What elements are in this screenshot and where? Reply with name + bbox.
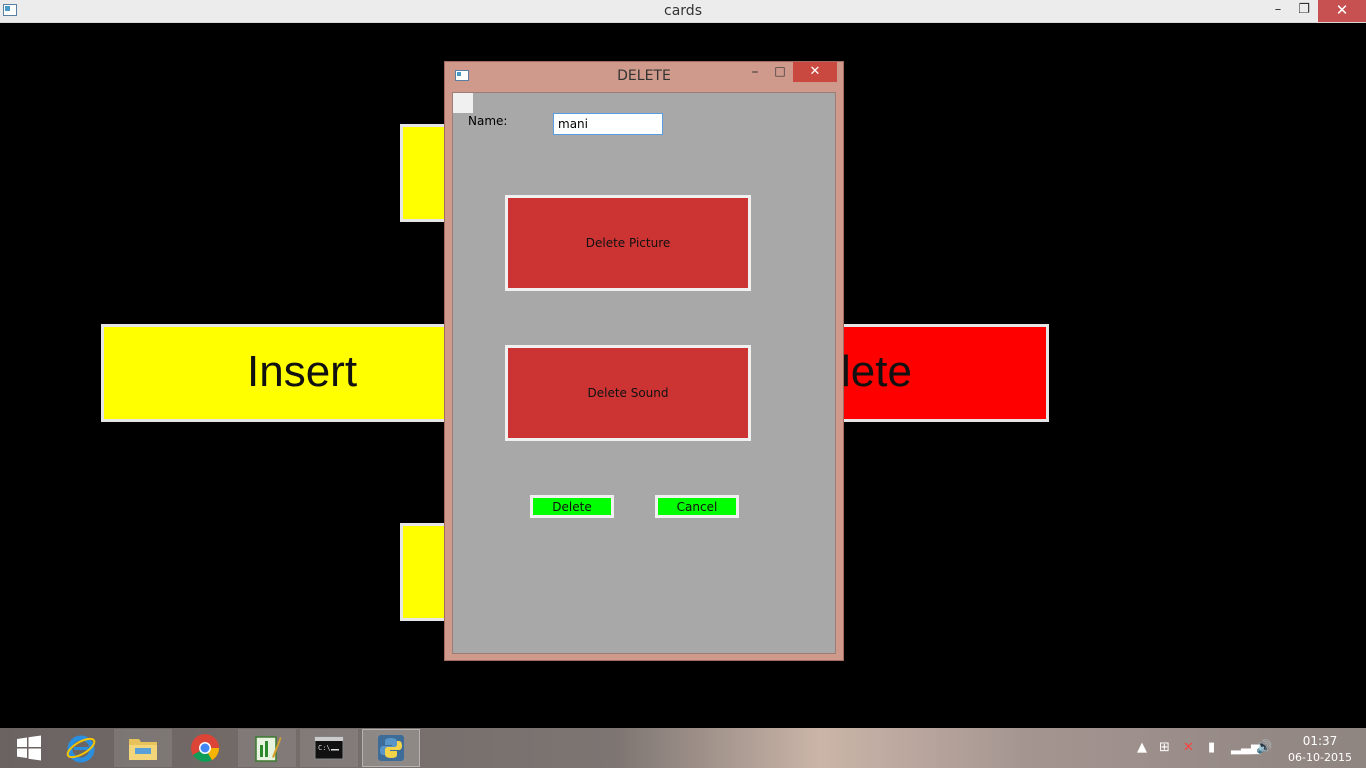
taskbar-internet-explorer[interactable] (52, 729, 110, 767)
taskbar-command-prompt[interactable]: C:\ (300, 729, 358, 767)
taskbar-editor[interactable] (238, 729, 296, 767)
clock-date[interactable]: 06-10-2015 (1284, 751, 1356, 764)
delete-sound-label: Delete Sound (587, 386, 669, 400)
cancel-button-label: Cancel (676, 499, 718, 514)
name-input[interactable] (553, 113, 663, 135)
taskbar-file-explorer[interactable] (114, 729, 172, 767)
minimize-button[interactable]: – (1266, 0, 1290, 22)
cancel-button[interactable]: Cancel (655, 495, 739, 518)
delete-button[interactable]: Delete (530, 495, 614, 518)
dialog-content: Name: Delete Picture Delete Sound Delete… (452, 92, 836, 654)
delete-dialog: DELETE – □ ✕ Name: Delete Picture Delete… (444, 61, 844, 661)
chrome-icon (191, 734, 219, 762)
restore-button[interactable]: ❐ (1292, 0, 1316, 22)
file-explorer-icon (129, 739, 157, 760)
main-title-bar: cards – ❐ ✕ (0, 0, 1366, 23)
delete-sound-button[interactable]: Delete Sound (505, 345, 751, 441)
taskbar-chrome[interactable] (176, 729, 234, 767)
delete-picture-label: Delete Picture (585, 236, 671, 250)
svg-text:C:\: C:\ (318, 744, 331, 752)
main-window-title: cards (664, 3, 702, 19)
python-icon (378, 735, 404, 761)
power-icon[interactable]: ▮ (1208, 740, 1215, 755)
close-button[interactable]: ✕ (1318, 0, 1366, 22)
command-prompt-icon: C:\ (314, 736, 344, 760)
small-widget (453, 93, 473, 113)
dialog-minimize-button[interactable]: – (745, 64, 765, 84)
tray-expand-icon[interactable]: ▲ (1137, 740, 1147, 755)
taskbar-python[interactable] (362, 729, 420, 767)
delete-picture-button[interactable]: Delete Picture (505, 195, 751, 291)
action-center-icon[interactable]: ⊞ (1159, 740, 1170, 755)
insert-card-label: Insert (247, 347, 358, 396)
clock-time[interactable]: 01:37 (1290, 734, 1350, 748)
insert-card[interactable]: Insert (101, 324, 461, 422)
dialog-maximize-button[interactable]: □ (770, 64, 790, 84)
delete-card-label: lete (841, 347, 912, 396)
delete-button-label: Delete (552, 499, 592, 514)
start-button[interactable] (0, 729, 58, 767)
editor-icon (255, 736, 282, 762)
volume-icon[interactable]: 🔊 (1256, 740, 1272, 755)
network-error-icon[interactable]: ✕ (1183, 740, 1194, 755)
start-icon (17, 735, 41, 761)
name-label: Name: (468, 114, 508, 128)
internet-explorer-icon (66, 735, 96, 763)
delete-card[interactable]: lete (830, 324, 1049, 422)
dialog-close-button[interactable]: ✕ (793, 62, 837, 82)
